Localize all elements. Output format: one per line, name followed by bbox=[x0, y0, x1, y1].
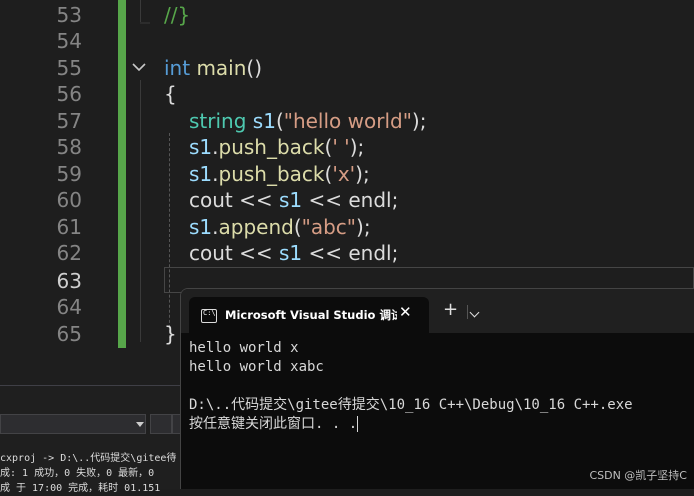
method-name: push_back bbox=[218, 135, 325, 159]
chevron-down-icon[interactable] bbox=[469, 307, 480, 318]
indent-guide bbox=[169, 133, 170, 338]
punctuation: ); bbox=[349, 135, 365, 159]
output-panel: cxproj -> D:\..代码提交\gitee待 成: 1 成功，0 失败，… bbox=[0, 385, 194, 494]
comment: //} bbox=[164, 3, 191, 27]
close-tab-icon[interactable]: ✕ bbox=[399, 303, 412, 321]
line-number: 61 bbox=[56, 215, 82, 239]
line-number: 53 bbox=[56, 3, 82, 27]
line-number-active: 63 bbox=[56, 269, 82, 293]
code-line-61: s1.append("abc"); bbox=[189, 214, 371, 240]
variable: s1 bbox=[278, 241, 303, 265]
console-output-line: hello world xabc bbox=[189, 359, 324, 375]
char-literal: ' ' bbox=[332, 135, 350, 159]
debug-console-window[interactable]: C:\ Microsoft Visual Studio 调试控制台 ✕ + he… bbox=[180, 288, 694, 489]
variable: s1 bbox=[189, 215, 213, 239]
stream-code: cout << bbox=[189, 241, 279, 265]
punctuation: ); bbox=[411, 109, 427, 133]
punctuation: ); bbox=[356, 215, 371, 239]
string-literal: "hello world" bbox=[283, 109, 412, 133]
line-number: 55 bbox=[56, 56, 82, 80]
line-number: 58 bbox=[56, 135, 82, 159]
output-line: cxproj -> D:\..代码提交\gitee待 bbox=[0, 453, 177, 464]
open-brace: { bbox=[164, 82, 177, 106]
code-line-60: cout << s1 << endl; bbox=[189, 187, 398, 213]
punctuation: ( bbox=[293, 215, 302, 239]
output-line: 成: 1 成功，0 失败，0 最新，0 bbox=[0, 468, 155, 479]
code-line-53: //} bbox=[164, 2, 190, 28]
console-output-line: D:\..代码提交\gitee待提交\10_16 C++\Debug\10_16… bbox=[189, 397, 633, 413]
stream-code: << endl; bbox=[302, 241, 399, 265]
line-number: 56 bbox=[56, 82, 82, 106]
line-number: 62 bbox=[56, 241, 82, 265]
prompt-text: 按任意键关闭此窗口. . . bbox=[189, 416, 358, 432]
function-name: main bbox=[196, 56, 247, 80]
stream-code: cout << bbox=[189, 188, 279, 212]
output-line: 成 于 17:00 完成，耗时 01.151 bbox=[0, 483, 161, 494]
close-brace: } bbox=[164, 322, 177, 346]
variable: s1 bbox=[252, 109, 276, 133]
stream-code: << endl; bbox=[302, 188, 399, 212]
tab-title: Microsoft Visual Studio 调试控制台 bbox=[225, 308, 397, 322]
punctuation: ); bbox=[355, 162, 370, 186]
toolbar-button[interactable] bbox=[150, 414, 172, 434]
line-number: 57 bbox=[56, 109, 82, 133]
keyword: int bbox=[164, 56, 191, 80]
code-line-65: } bbox=[164, 321, 177, 347]
code-line-59: s1.push_back('x'); bbox=[189, 161, 370, 187]
line-number: 54 bbox=[56, 29, 82, 53]
fold-guide bbox=[140, 80, 141, 342]
line-number: 59 bbox=[56, 162, 82, 186]
chevron-down-icon bbox=[136, 422, 144, 427]
line-number: 64 bbox=[56, 295, 82, 319]
console-titlebar[interactable]: C:\ Microsoft Visual Studio 调试控制台 ✕ + bbox=[181, 289, 694, 333]
line-number: 60 bbox=[56, 188, 82, 212]
console-output-line: hello world x bbox=[189, 340, 299, 356]
collapse-chevron-icon[interactable] bbox=[130, 58, 148, 76]
type-name: string bbox=[189, 109, 247, 133]
watermark: CSDN @凯子坚持C bbox=[589, 469, 687, 482]
variable: s1 bbox=[278, 188, 303, 212]
code-line-55: int main() bbox=[164, 55, 262, 81]
variable: s1 bbox=[189, 162, 213, 186]
line-number: 65 bbox=[56, 322, 82, 346]
char-literal: 'x' bbox=[332, 162, 356, 186]
new-tab-button[interactable]: + bbox=[443, 301, 458, 319]
method-name: push_back bbox=[218, 162, 325, 186]
fold-end-marker bbox=[140, 22, 150, 24]
code-line-56: { bbox=[164, 81, 177, 107]
change-tracking-bar bbox=[118, 0, 126, 348]
punctuation: ( bbox=[275, 109, 284, 133]
divider bbox=[467, 305, 468, 319]
output-source-dropdown[interactable] bbox=[0, 414, 146, 434]
text-caret bbox=[357, 416, 359, 432]
code-line-58: s1.push_back(' '); bbox=[189, 134, 364, 160]
code-line-62: cout << s1 << endl; bbox=[189, 240, 398, 266]
variable: s1 bbox=[189, 135, 213, 159]
method-name: append bbox=[218, 215, 294, 239]
console-prompt-line[interactable]: 按任意键关闭此窗口. . . bbox=[189, 415, 359, 434]
console-tab[interactable]: C:\ Microsoft Visual Studio 调试控制台 ✕ bbox=[189, 297, 429, 333]
code-line-57: string s1("hello world"); bbox=[189, 108, 426, 134]
string-literal: "abc" bbox=[301, 215, 357, 239]
terminal-icon: C:\ bbox=[201, 309, 217, 323]
punctuation: () bbox=[246, 56, 263, 80]
